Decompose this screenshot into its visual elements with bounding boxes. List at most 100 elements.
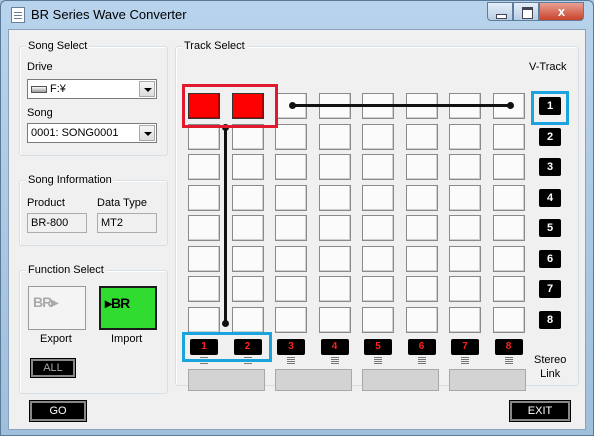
track-cell-v8-t6[interactable] xyxy=(405,306,438,333)
track-cell-v7-t4[interactable] xyxy=(318,276,351,302)
vtrack-button-3[interactable]: 3 xyxy=(539,158,561,176)
song-select[interactable]: 0001: SONG0001 xyxy=(27,123,157,143)
track-button-3[interactable]: 3 xyxy=(277,339,305,355)
stereo-link-label: Stereo Link xyxy=(534,354,567,380)
track-cell-v5-t8[interactable] xyxy=(492,215,525,241)
track-cell-v7-t3[interactable] xyxy=(275,276,307,302)
data-type-field: MT2 xyxy=(97,213,157,233)
track-cell-v7-t1[interactable] xyxy=(188,276,220,302)
track-cell-v3-t5[interactable] xyxy=(362,154,394,180)
track-cell-v6-t3[interactable] xyxy=(275,245,307,272)
track-cell-v3-t8[interactable] xyxy=(492,154,525,180)
import-button[interactable]: ▸BR xyxy=(99,286,157,330)
track-select-group: Track Select V-Track 1234567812345678 St… xyxy=(175,40,579,391)
track-cell-v6-t7[interactable] xyxy=(449,245,481,272)
track-cell-v6-t8[interactable] xyxy=(492,245,525,272)
track-cell-v2-t8[interactable] xyxy=(492,123,525,150)
track-cell-v6-t6[interactable] xyxy=(405,245,438,272)
track-cell-v4-t8[interactable] xyxy=(492,184,525,211)
stereo-link-box[interactable] xyxy=(449,369,526,391)
song-select-label: Song Select xyxy=(26,40,90,52)
drive-select[interactable]: F:¥ xyxy=(27,79,157,99)
track-cell-v7-t8[interactable] xyxy=(492,276,525,302)
track-cell-v5-t7[interactable] xyxy=(449,215,481,241)
track-button-7[interactable]: 7 xyxy=(451,339,479,355)
track-cell-v5-t4[interactable] xyxy=(318,215,351,241)
track-cell-v8-t3[interactable] xyxy=(275,306,307,333)
track-cell-v4-t2[interactable] xyxy=(231,184,264,211)
track-button-6[interactable]: 6 xyxy=(407,339,436,355)
track-cell-v3-t6[interactable] xyxy=(405,154,438,180)
minimize-button[interactable] xyxy=(487,2,513,21)
chevron-down-icon[interactable] xyxy=(139,125,155,141)
track-cell-v5-t6[interactable] xyxy=(405,215,438,241)
maximize-button[interactable] xyxy=(513,2,539,21)
all-button[interactable]: ALL xyxy=(31,359,75,377)
track-cell-v7-t6[interactable] xyxy=(405,276,438,302)
track-cell-v8-t7[interactable] xyxy=(449,306,481,333)
track-cell-v8-t5[interactable] xyxy=(362,306,394,333)
import-label: Import xyxy=(111,333,143,345)
track-cell-v8-t4[interactable] xyxy=(318,306,351,333)
track-button-5[interactable]: 5 xyxy=(364,339,392,355)
track-cell-v4-t4[interactable] xyxy=(318,184,351,211)
chevron-down-icon[interactable] xyxy=(139,81,155,97)
stereo-link-box[interactable] xyxy=(362,369,439,391)
track-cell-v2-t3[interactable] xyxy=(275,123,307,150)
product-label: Product xyxy=(27,197,65,209)
go-button[interactable]: GO xyxy=(30,401,86,421)
track-button-8[interactable]: 8 xyxy=(494,339,523,355)
track-cell-v5-t5[interactable] xyxy=(362,215,394,241)
track-cell-v4-t7[interactable] xyxy=(449,184,481,211)
song-value: 0001: SONG0001 xyxy=(31,127,119,139)
track-cell-v3-t7[interactable] xyxy=(449,154,481,180)
close-button[interactable]: x xyxy=(539,2,584,21)
vtrack-button-4[interactable]: 4 xyxy=(539,188,561,207)
stereo-link-box[interactable] xyxy=(188,369,265,391)
stereo-link-box[interactable] xyxy=(275,369,352,391)
track-cell-v6-t2[interactable] xyxy=(231,245,264,272)
track-cell-v8-t2[interactable] xyxy=(231,306,264,333)
track-cell-v4-t5[interactable] xyxy=(362,184,394,211)
vtrack-button-7[interactable]: 7 xyxy=(539,280,561,298)
title-bar[interactable]: BR Series Wave Converter x xyxy=(1,1,593,29)
drive-icon xyxy=(31,85,47,93)
track-cell-v3-t1[interactable] xyxy=(188,154,220,180)
vtrack-button-2[interactable]: 2 xyxy=(539,127,561,146)
export-icon: BR▸ xyxy=(33,294,58,310)
drive-value: F:¥ xyxy=(50,83,66,95)
track-cell-v2-t5[interactable] xyxy=(362,123,394,150)
track-cell-v7-t7[interactable] xyxy=(449,276,481,302)
track-cell-v7-t5[interactable] xyxy=(362,276,394,302)
track-cell-v7-t2[interactable] xyxy=(231,276,264,302)
track-button-4[interactable]: 4 xyxy=(320,339,349,355)
track-cell-v2-t7[interactable] xyxy=(449,123,481,150)
track-meter-icon xyxy=(417,357,426,365)
vtrack-button-5[interactable]: 5 xyxy=(539,219,561,237)
track-meter-icon xyxy=(287,357,295,365)
track-cell-v6-t4[interactable] xyxy=(318,245,351,272)
track-cell-v3-t3[interactable] xyxy=(275,154,307,180)
exit-button[interactable]: EXIT xyxy=(510,401,570,421)
app-window: BR Series Wave Converter x Song Select D… xyxy=(0,0,594,436)
drive-label: Drive xyxy=(27,61,53,73)
track-cell-v8-t8[interactable] xyxy=(492,306,525,333)
track-cell-v3-t4[interactable] xyxy=(318,154,351,180)
track-cell-v3-t2[interactable] xyxy=(231,154,264,180)
track-cell-v4-t1[interactable] xyxy=(188,184,220,211)
track-cell-v5-t2[interactable] xyxy=(231,215,264,241)
vtrack-button-6[interactable]: 6 xyxy=(539,249,561,268)
vtrack-button-8[interactable]: 8 xyxy=(539,310,561,329)
function-select-group: Function Select BR▸ ▸BR Export Import AL… xyxy=(19,264,168,394)
track-cell-v4-t6[interactable] xyxy=(405,184,438,211)
track-cell-v5-t1[interactable] xyxy=(188,215,220,241)
track-cell-v5-t3[interactable] xyxy=(275,215,307,241)
track-cell-v4-t3[interactable] xyxy=(275,184,307,211)
export-button[interactable]: BR▸ xyxy=(28,286,86,330)
track-cell-v2-t4[interactable] xyxy=(318,123,351,150)
track-cell-v6-t5[interactable] xyxy=(362,245,394,272)
track-cell-v8-t1[interactable] xyxy=(188,306,220,333)
track-cell-v2-t6[interactable] xyxy=(405,123,438,150)
track-cell-v6-t1[interactable] xyxy=(188,245,220,272)
track-pair-highlight xyxy=(182,332,272,362)
